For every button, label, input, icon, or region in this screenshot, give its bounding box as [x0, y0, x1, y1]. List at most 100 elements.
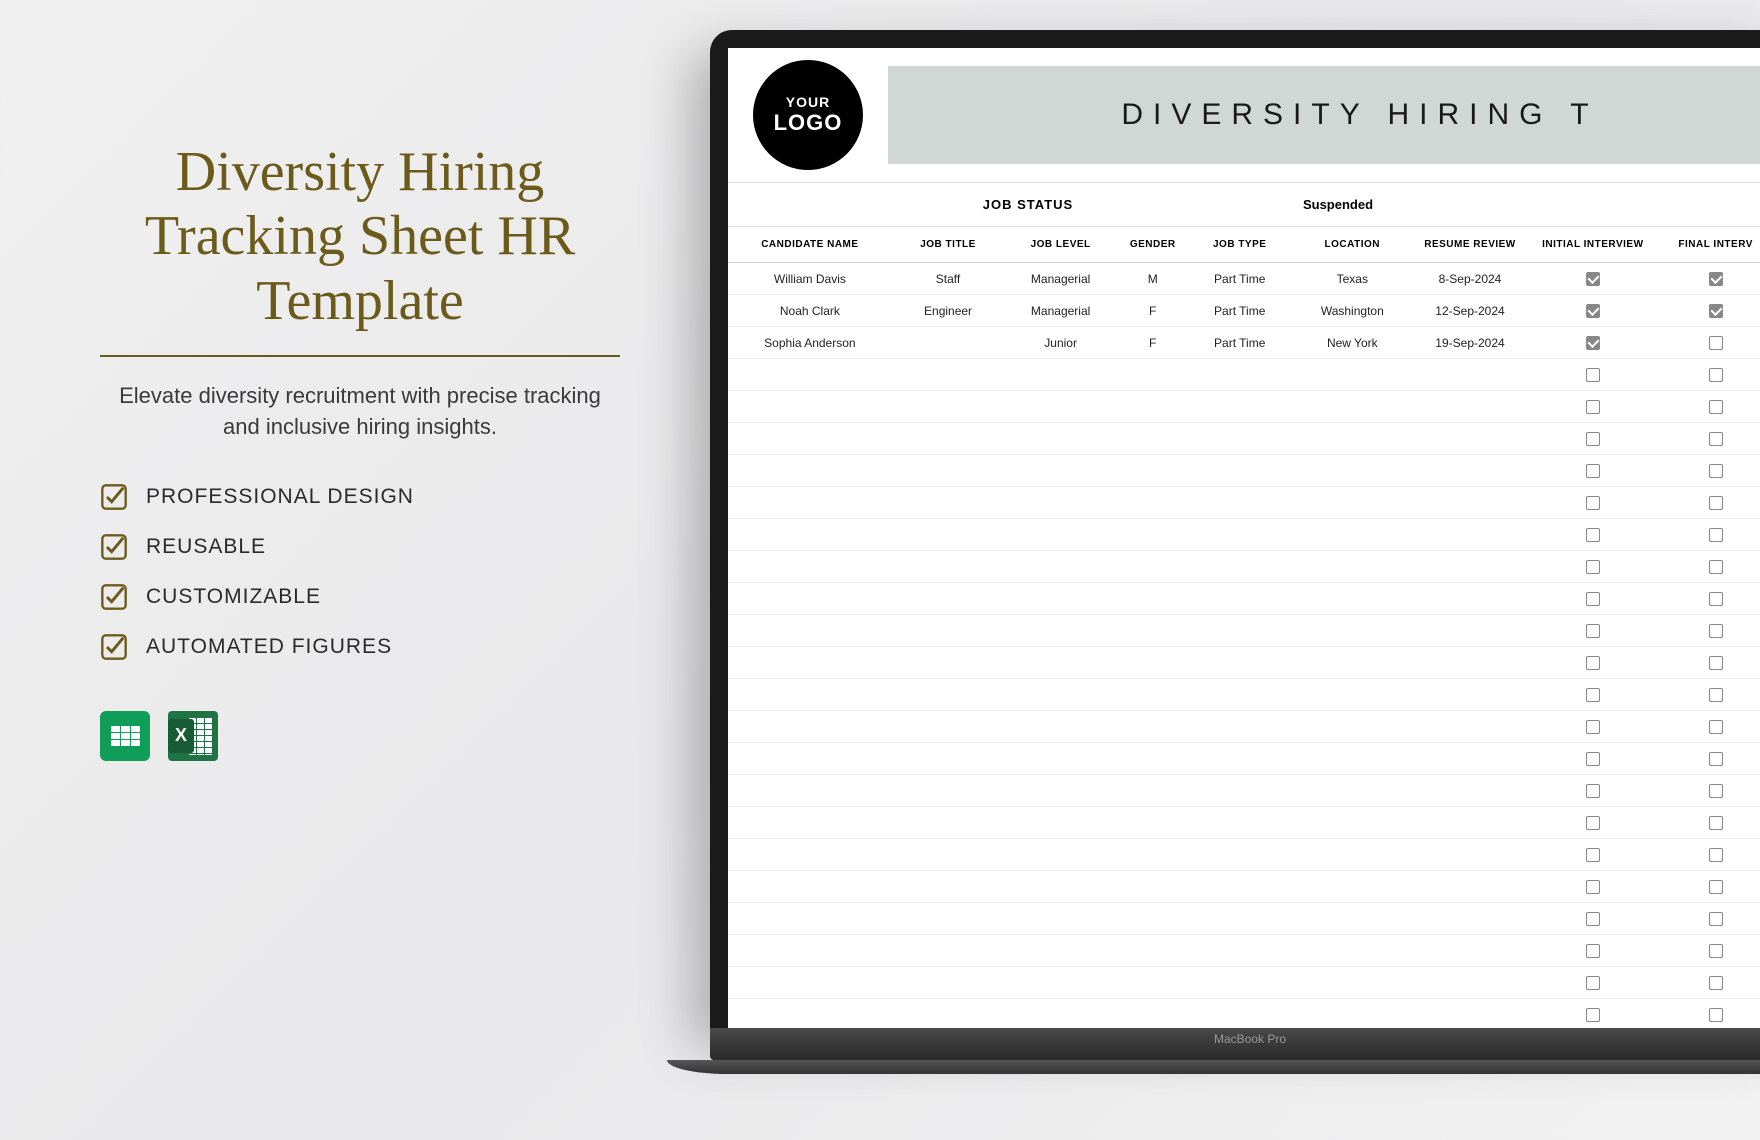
logo-placeholder: YOUR LOGO — [753, 60, 863, 170]
cell-type[interactable]: Part Time — [1189, 263, 1291, 295]
checkbox[interactable] — [1709, 560, 1723, 574]
checkbox[interactable] — [1709, 720, 1723, 734]
checkbox[interactable] — [1709, 688, 1723, 702]
title-divider — [100, 355, 620, 357]
cell-location[interactable]: Washington — [1291, 295, 1414, 327]
cell-level[interactable]: Junior — [1004, 327, 1117, 359]
cell-initial[interactable] — [1526, 263, 1659, 295]
cell-title[interactable]: Engineer — [892, 295, 1005, 327]
cell-gender[interactable]: F — [1117, 295, 1189, 327]
column-header: JOB LEVEL — [1004, 227, 1117, 263]
cell-final[interactable] — [1659, 295, 1760, 327]
checkbox[interactable] — [1586, 880, 1600, 894]
table-row-empty — [728, 807, 1760, 839]
table-row-empty — [728, 743, 1760, 775]
checkbox[interactable] — [1586, 496, 1600, 510]
table-row-empty — [728, 647, 1760, 679]
table-row-empty — [728, 871, 1760, 903]
checkbox[interactable] — [1586, 304, 1600, 318]
checkbox[interactable] — [1586, 336, 1600, 350]
checkbox[interactable] — [1709, 528, 1723, 542]
cell-level[interactable]: Managerial — [1004, 295, 1117, 327]
checkbox[interactable] — [1709, 656, 1723, 670]
checkbox[interactable] — [1709, 368, 1723, 382]
checkbox[interactable] — [1586, 400, 1600, 414]
cell-title[interactable]: Staff — [892, 263, 1005, 295]
checkbox[interactable] — [1709, 880, 1723, 894]
checkbox[interactable] — [1586, 1008, 1600, 1022]
cell-level[interactable]: Managerial — [1004, 263, 1117, 295]
checkbox[interactable] — [1586, 368, 1600, 382]
checkbox[interactable] — [1586, 528, 1600, 542]
checkbox[interactable] — [1709, 592, 1723, 606]
cell-title[interactable] — [892, 327, 1005, 359]
checkbox[interactable] — [1709, 272, 1723, 286]
cell-name[interactable]: Sophia Anderson — [728, 327, 892, 359]
checkbox[interactable] — [1709, 1008, 1723, 1022]
column-header: RESUME REVIEW — [1414, 227, 1527, 263]
checkbox[interactable] — [1586, 944, 1600, 958]
sheet-banner-title: DIVERSITY HIRING T — [888, 66, 1760, 164]
cell-name[interactable]: William Davis — [728, 263, 892, 295]
table-row: Noah ClarkEngineerManagerialFPart TimeWa… — [728, 295, 1760, 327]
excel-icon — [168, 711, 218, 761]
column-header: GENDER — [1117, 227, 1189, 263]
checkbox[interactable] — [1586, 592, 1600, 606]
checkbox[interactable] — [1586, 560, 1600, 574]
checkbox[interactable] — [1709, 304, 1723, 318]
checkbox[interactable] — [1586, 720, 1600, 734]
table-row-empty — [728, 839, 1760, 871]
check-icon — [100, 583, 128, 611]
checkbox[interactable] — [1709, 496, 1723, 510]
checkbox[interactable] — [1709, 976, 1723, 990]
checkbox[interactable] — [1709, 816, 1723, 830]
checkbox[interactable] — [1709, 624, 1723, 638]
checkbox[interactable] — [1586, 656, 1600, 670]
column-header: JOB TITLE — [892, 227, 1005, 263]
checkbox[interactable] — [1709, 912, 1723, 926]
cell-type[interactable]: Part Time — [1189, 327, 1291, 359]
check-icon — [100, 533, 128, 561]
checkbox[interactable] — [1709, 400, 1723, 414]
cell-type[interactable]: Part Time — [1189, 295, 1291, 327]
cell-final[interactable] — [1659, 327, 1760, 359]
cell-location[interactable]: Texas — [1291, 263, 1414, 295]
checkbox[interactable] — [1586, 624, 1600, 638]
job-status-value[interactable]: Suspended — [1168, 183, 1508, 226]
checkbox[interactable] — [1586, 816, 1600, 830]
checkbox[interactable] — [1709, 336, 1723, 350]
checkbox[interactable] — [1709, 784, 1723, 798]
laptop-mockup: YOUR LOGO DIVERSITY HIRING T JOB STATUS … — [710, 30, 1760, 1074]
checkbox[interactable] — [1709, 848, 1723, 862]
table-row-empty — [728, 583, 1760, 615]
cell-resume[interactable]: 19-Sep-2024 — [1414, 327, 1527, 359]
checkbox[interactable] — [1709, 464, 1723, 478]
cell-final[interactable] — [1659, 263, 1760, 295]
checkbox[interactable] — [1586, 272, 1600, 286]
checkbox[interactable] — [1586, 464, 1600, 478]
cell-resume[interactable]: 12-Sep-2024 — [1414, 295, 1527, 327]
cell-initial[interactable] — [1526, 295, 1659, 327]
cell-gender[interactable]: M — [1117, 263, 1189, 295]
feature-label: PROFESSIONAL DESIGN — [146, 485, 414, 509]
checkbox[interactable] — [1586, 912, 1600, 926]
column-header: CANDIDATE NAME — [728, 227, 892, 263]
checkbox[interactable] — [1709, 752, 1723, 766]
checkbox[interactable] — [1586, 848, 1600, 862]
checkbox[interactable] — [1709, 432, 1723, 446]
cell-resume[interactable]: 8-Sep-2024 — [1414, 263, 1527, 295]
table-row-empty — [728, 711, 1760, 743]
feature-item: CUSTOMIZABLE — [100, 583, 620, 611]
checkbox[interactable] — [1586, 688, 1600, 702]
checkbox[interactable] — [1586, 752, 1600, 766]
cell-gender[interactable]: F — [1117, 327, 1189, 359]
promo-subtitle: Elevate diversity recruitment with preci… — [100, 381, 620, 443]
checkbox[interactable] — [1586, 432, 1600, 446]
cell-name[interactable]: Noah Clark — [728, 295, 892, 327]
table-row-empty — [728, 455, 1760, 487]
checkbox[interactable] — [1586, 784, 1600, 798]
checkbox[interactable] — [1709, 944, 1723, 958]
checkbox[interactable] — [1586, 976, 1600, 990]
cell-initial[interactable] — [1526, 327, 1659, 359]
cell-location[interactable]: New York — [1291, 327, 1414, 359]
